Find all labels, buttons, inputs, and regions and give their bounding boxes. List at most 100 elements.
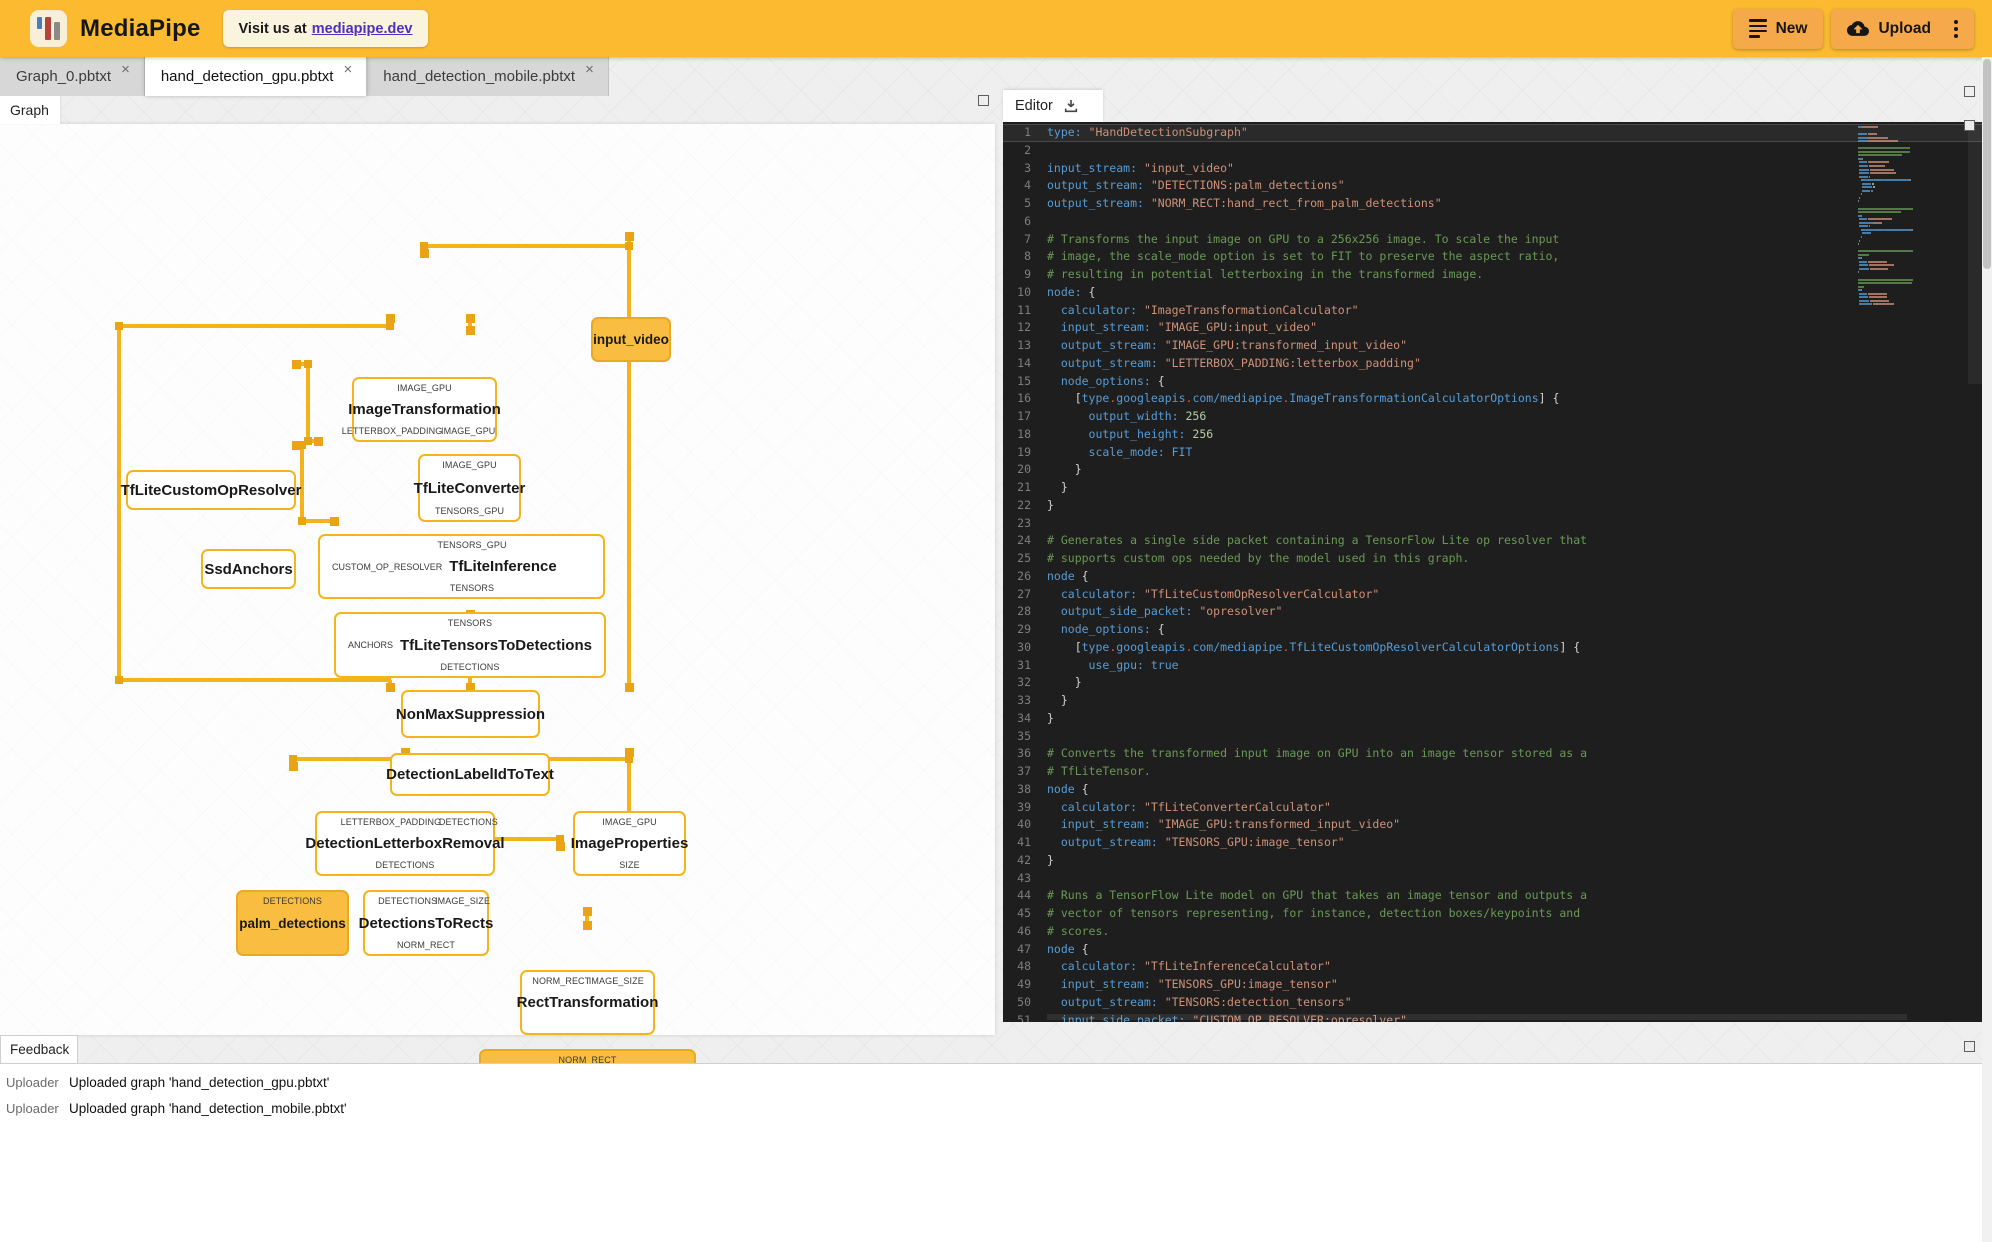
node-title: ImageProperties — [570, 835, 689, 852]
graph-canvas[interactable]: input_video IMAGE_GPU ImageTransformatio… — [0, 124, 995, 1115]
graph-port — [624, 682, 634, 692]
code-line: 39 calculator: "TfLiteConverterCalculato… — [1017, 799, 1331, 814]
editor-tab-label: Editor — [1015, 98, 1053, 114]
graph-port — [291, 440, 301, 450]
node-title: TfLiteCustomOpResolver — [120, 481, 302, 499]
graph-node-ssd-anchors[interactable]: SsdAnchors — [201, 549, 296, 589]
editor-minimap[interactable] — [1858, 126, 1946, 307]
more-options-icon[interactable] — [1948, 19, 1958, 38]
node-title: TfLiteTensorsToDetections — [400, 636, 592, 654]
editor-horizontal-scrollbar[interactable] — [1047, 1014, 1907, 1020]
tab-hand-detection-gpu-pbtxt[interactable]: hand_detection_gpu.pbtxt × — [144, 57, 368, 96]
node-title: DetectionsToRects — [358, 914, 494, 932]
editor-maximize-icon[interactable] — [1964, 120, 1975, 131]
tab-graph-0-pbtxt[interactable]: Graph_0.pbtxt × — [0, 57, 145, 96]
editor-vertical-scrollbar[interactable] — [1968, 122, 1982, 384]
page-scrollbar-thumb[interactable] — [1983, 59, 1991, 269]
new-button[interactable]: New — [1732, 8, 1824, 49]
graph-node-non-max-suppression[interactable]: NonMaxSuppression — [396, 690, 545, 738]
graph-port — [465, 313, 475, 323]
graph-node-tflite-converter[interactable]: IMAGE_GPU TfLiteConverter TENSORS_GPU — [414, 454, 525, 522]
port-label: DETECTIONS — [378, 896, 438, 906]
graph-node-tflite-tensors-to-detections[interactable]: TENSORS ANCHORS TfLiteTensorsToDetection… — [334, 612, 606, 678]
mediapipe-logo-icon — [30, 10, 67, 47]
port-label: LETTERBOX_PADDING — [341, 426, 443, 436]
port-label: DETECTIONS — [440, 662, 500, 672]
feedback-row: Uploader Uploaded graph 'hand_detection_g… — [6, 1075, 1992, 1090]
code-line: 48 calculator: "TfLiteInferenceCalculato… — [1017, 959, 1331, 974]
graph-node-palm-detections[interactable]: DETECTIONS palm_detections — [236, 890, 349, 956]
port-label: TENSORS_GPU — [434, 506, 505, 516]
app-title: MediaPipe — [80, 14, 201, 42]
code-line: 12 input_stream: "IMAGE_GPU:input_video" — [1017, 320, 1318, 335]
mediapipe-dev-link[interactable]: mediapipe.dev — [312, 21, 413, 37]
tab-hand-detection-mobile-pbtxt[interactable]: hand_detection_mobile.pbtxt × — [367, 57, 609, 96]
feedback-panel-tab[interactable]: Feedback — [0, 1035, 78, 1063]
code-lines: 1 type: "HandDetectionSubgraph" 2 3 input_st… — [1003, 124, 1982, 1022]
graph-port — [298, 517, 306, 525]
graph-port — [313, 436, 323, 446]
code-line: 40 input_stream: "IMAGE_GPU:transformed_… — [1017, 817, 1401, 832]
code-line: 25 # supports custom ops needed by the mo… — [1017, 551, 1470, 565]
code-line: 21 } — [1017, 480, 1068, 494]
port-label: NORM_RECT — [532, 976, 591, 986]
window-maximize-icon[interactable] — [1964, 86, 1975, 97]
close-icon[interactable]: × — [343, 61, 352, 78]
code-line: 31 use_gpu: true — [1017, 657, 1179, 672]
close-icon[interactable]: × — [121, 61, 130, 78]
code-editor[interactable]: 1 type: "HandDetectionSubgraph" 2 3 input_st… — [1003, 122, 1982, 1022]
graph-node-detection-letterbox-removal[interactable]: LETTERBOX_PADDING DETECTIONS DetectionLe… — [305, 811, 505, 876]
graph-node-detections-to-rects[interactable]: DETECTIONS IMAGE_SIZE DetectionsToRects … — [359, 890, 493, 956]
code-line: 6 — [1024, 213, 1031, 228]
code-line: 33 } — [1017, 693, 1068, 707]
app-window: MediaPipe Visit us at mediapipe.dev New … — [0, 0, 1992, 1242]
graph-port — [386, 322, 394, 330]
port-label: IMAGE_GPU — [397, 383, 452, 393]
code-line: 27 calculator: "TfLiteCustomOpResolverCa… — [1017, 586, 1380, 601]
graph-port — [582, 906, 592, 916]
graph-node-tflite-inference[interactable]: TENSORS_GPU CUSTOM_OP_RESOLVER TfLiteInf… — [318, 534, 605, 599]
graph-port — [288, 761, 298, 771]
node-title: RectTransformation — [516, 994, 659, 1011]
graph-panel-tab[interactable]: Graph — [0, 96, 60, 124]
feedback-maximize-icon[interactable] — [1964, 1041, 1975, 1052]
node-title: SsdAnchors — [204, 560, 293, 578]
close-icon[interactable]: × — [585, 61, 594, 78]
code-line: 47 node { — [1017, 941, 1089, 956]
code-line: 16 [type.googleapis.com/mediapipe.ImageT… — [1017, 391, 1560, 406]
code-line: 38 node { — [1017, 781, 1089, 796]
graph-node-image-properties[interactable]: IMAGE_GPU ImageProperties SIZE — [570, 811, 689, 876]
port-label: IMAGE_SIZE — [435, 896, 491, 906]
visit-us-pill: Visit us at mediapipe.dev — [222, 10, 429, 47]
graph-edge — [424, 244, 630, 248]
port-label: LETTERBOX_PADDING — [340, 817, 442, 827]
visit-us-text: Visit us at — [238, 20, 307, 37]
graph-node-input-video[interactable]: input_video — [591, 317, 671, 362]
code-line: 35 — [1017, 728, 1031, 743]
graph-port — [304, 360, 312, 368]
graph-node-detection-label-id-to-text[interactable]: DetectionLabelIdToText — [386, 753, 554, 796]
code-line: 13 output_stream: "IMAGE_GPU:transformed… — [1017, 338, 1408, 352]
port-label: IMAGE_GPU — [442, 460, 497, 470]
graph-port — [465, 325, 475, 335]
graph-edge — [119, 678, 391, 682]
code-line: 7 # Transforms the input image on GPU to … — [1024, 231, 1560, 246]
graph-edge — [306, 364, 310, 442]
code-line: 42} — [1017, 852, 1054, 867]
tab-label: hand_detection_gpu.pbtxt — [160, 68, 334, 85]
graph-maximize-icon[interactable] — [978, 95, 989, 106]
graph-edge — [119, 324, 391, 328]
graph-node-image-transformation[interactable]: IMAGE_GPU ImageTransformation LETTERBOX_… — [342, 377, 501, 442]
graph-node-tflite-custom-op-resolver[interactable]: TfLiteCustomOpResolver — [121, 470, 301, 510]
code-line: 24 # Generates a single side packet conta… — [1017, 533, 1588, 548]
code-line: 17 output_width: 256 — [1017, 409, 1207, 423]
code-line: 49 input_stream: "TENSORS_GPU:image_tens… — [1017, 977, 1338, 991]
page-scrollbar[interactable] — [1982, 57, 1992, 1242]
port-label: TENSORS — [447, 618, 493, 628]
graph-node-rect-transformation[interactable]: NORM_RECT IMAGE_SIZE RectTransformation — [517, 970, 658, 1035]
download-icon[interactable] — [1063, 98, 1079, 114]
code-line: 36 # Converts the transformed input image… — [1017, 746, 1588, 761]
node-title: input_video — [593, 332, 669, 347]
graph-port — [582, 920, 592, 930]
upload-button[interactable]: Upload — [1831, 8, 1974, 49]
